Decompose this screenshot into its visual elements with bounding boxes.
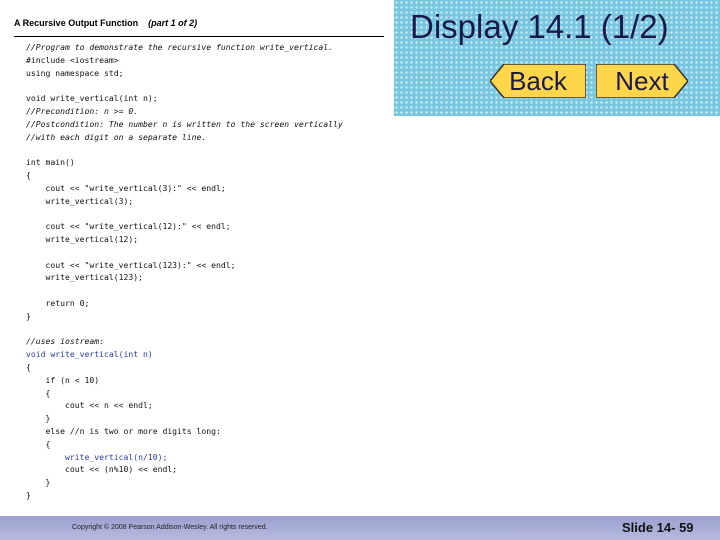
code-line: cout << (n%10) << endl;	[26, 464, 178, 475]
code-line: void write_vertical(int n);	[26, 93, 158, 104]
title-divider	[14, 36, 384, 37]
code-line: //Program to demonstrate the recursive f…	[26, 42, 333, 52]
slide-title: Display 14.1 (1/2)	[410, 8, 669, 45]
code-line: }	[26, 413, 51, 424]
next-button-label: Next	[615, 66, 669, 96]
code-line: if (n < 10)	[26, 374, 100, 385]
code-line: }	[26, 310, 31, 321]
back-button[interactable]: Back	[490, 64, 586, 98]
code-line: else //n is two or more digits long:	[26, 425, 221, 436]
panel-title-part: (part 1 of 2)	[148, 18, 198, 28]
code-line: //Precondition: n >= 0.	[26, 105, 139, 116]
code-line: write_vertical(12);	[26, 233, 139, 244]
code-line: }	[26, 477, 51, 488]
back-button-label: Back	[509, 66, 567, 96]
code-line: void write_vertical(int n)	[26, 349, 153, 360]
code-line: {	[26, 361, 31, 372]
code-line: {	[26, 387, 51, 398]
code-line: cout << n << endl;	[26, 400, 153, 411]
code-line: cout << "write_vertical(12):" << endl;	[26, 221, 231, 232]
footer-bar: Copyright © 2008 Pearson Addison-Wesley.…	[0, 516, 720, 540]
code-line: //Postcondition: The number n is written…	[26, 118, 343, 129]
code-line: //uses iostream:	[26, 336, 104, 347]
code-line: using namespace std;	[26, 67, 124, 78]
code-panel: A Recursive Output Function (part 1 of 2)…	[10, 12, 392, 508]
header-panel: Display 14.1 (1/2) Back Next	[394, 0, 720, 116]
code-line: //with each digit on a separate line.	[26, 131, 207, 142]
code-line: write_vertical(123);	[26, 272, 143, 283]
panel-title-text: A Recursive Output Function	[14, 18, 139, 28]
code-line: {	[26, 169, 31, 180]
code-line: #include <iostream>	[26, 54, 119, 65]
code-line: }	[26, 489, 31, 500]
code-line: cout << "write_vertical(123):" << endl;	[26, 259, 236, 270]
code-line: {	[26, 438, 51, 449]
copyright-text: Copyright © 2008 Pearson Addison-Wesley.…	[72, 524, 268, 531]
panel-title: A Recursive Output Function (part 1 of 2)	[14, 18, 197, 28]
code-listing: //Program to demonstrate the recursive f…	[26, 41, 343, 502]
code-line: cout << "write_vertical(3):" << endl;	[26, 182, 226, 193]
code-line: int main()	[26, 157, 75, 168]
code-line: write_vertical(3);	[26, 195, 134, 206]
next-button[interactable]: Next	[596, 64, 688, 98]
slide-number: Slide 14- 59	[622, 520, 694, 535]
code-line: write_vertical(n/10);	[26, 451, 168, 462]
code-line: return 0;	[26, 297, 90, 308]
